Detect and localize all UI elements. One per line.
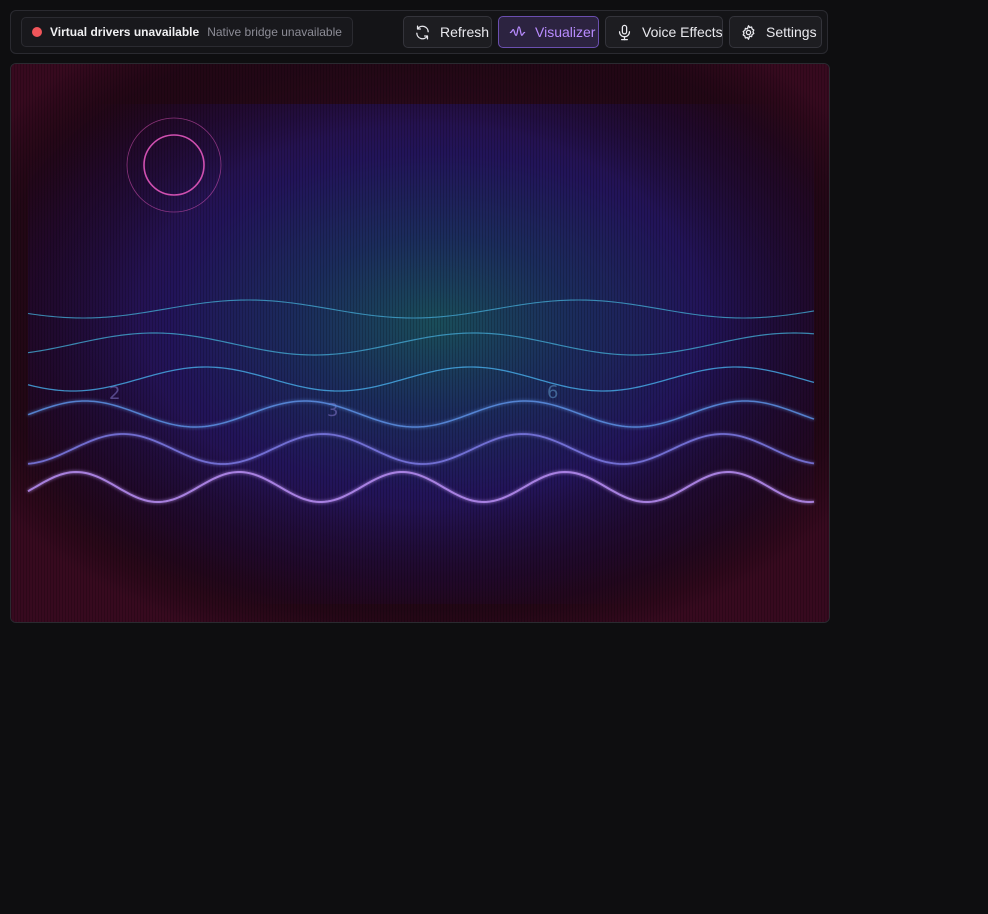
visualizer-canvas[interactable]: 2 3 6 (10, 63, 830, 623)
status-dot-icon (32, 27, 42, 37)
voice-effects-button[interactable]: Voice Effects (605, 16, 723, 48)
visualizer-button-label: Visualizer (535, 24, 596, 40)
visualizer-graphic: 2 3 6 (11, 64, 829, 622)
top-toolbar: Virtual drivers unavailable Native bridg… (10, 10, 828, 54)
status-title: Virtual drivers unavailable (50, 25, 200, 39)
settings-button[interactable]: Settings (729, 16, 822, 48)
status-subtitle: Native bridge unavailable (207, 25, 342, 39)
settings-button-label: Settings (766, 24, 817, 40)
voice-effects-button-label: Voice Effects (642, 24, 723, 40)
refresh-button-label: Refresh (440, 24, 490, 40)
refresh-button[interactable]: Refresh (403, 16, 492, 48)
visualizer-scanlines (11, 64, 829, 622)
glyph-3: 6 (547, 382, 558, 403)
driver-status-badge: Virtual drivers unavailable Native bridg… (21, 17, 353, 47)
refresh-icon (416, 24, 429, 40)
gear-icon (742, 24, 755, 40)
microphone-icon (618, 24, 631, 40)
waveform-icon (509, 25, 526, 36)
visualizer-button[interactable]: Visualizer (498, 16, 599, 48)
